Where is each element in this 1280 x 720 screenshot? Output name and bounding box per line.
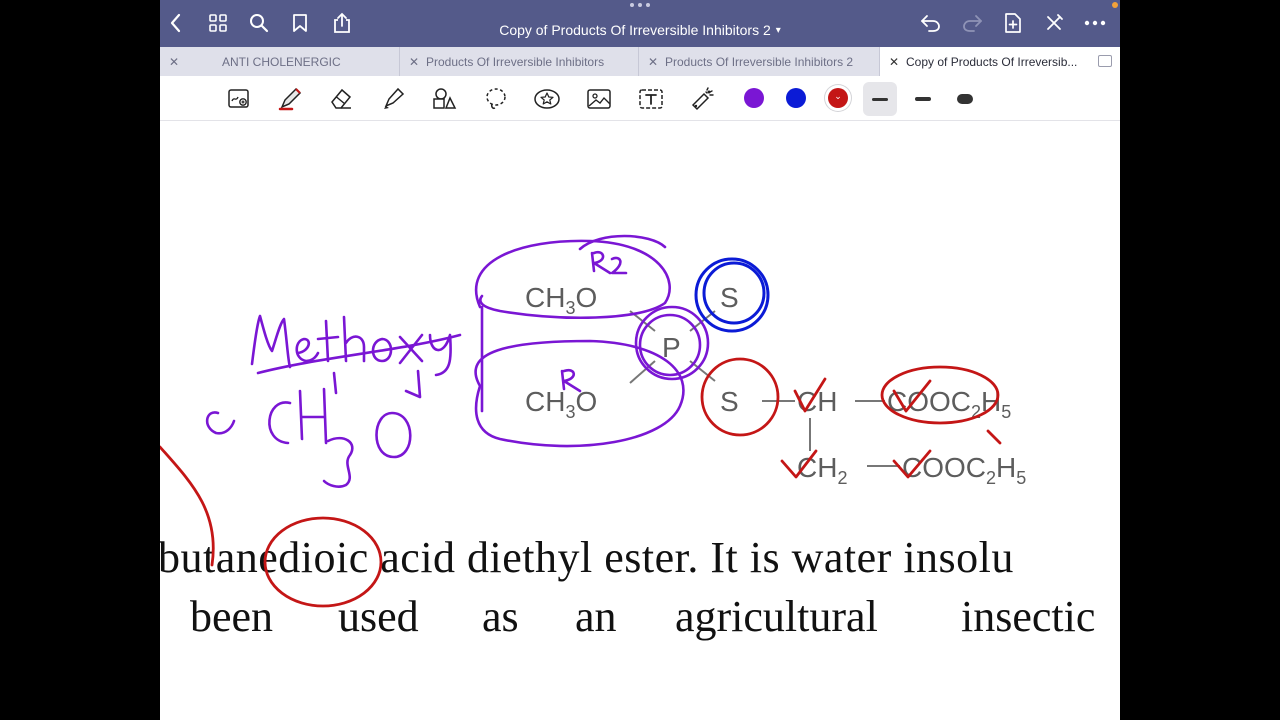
thiophosphoryl-sulfur: S	[720, 282, 739, 313]
add-page-icon[interactable]	[1000, 10, 1026, 36]
close-tab-icon[interactable]: ✕	[889, 55, 899, 69]
undo-icon[interactable]	[918, 10, 944, 36]
lasso-zoom-tool-icon[interactable]	[224, 84, 254, 114]
elements-tool-icon[interactable]	[532, 84, 562, 114]
ch-carbon: CH	[797, 386, 837, 417]
body-word: as	[482, 592, 519, 641]
close-tab-icon[interactable]: ✕	[648, 55, 658, 69]
body-word: insectic	[961, 592, 1096, 641]
tab-label: Copy of Products Of Irreversib...	[906, 55, 1078, 69]
chevron-down-icon: ▾	[775, 25, 781, 36]
laser-pointer-tool-icon[interactable]	[687, 84, 717, 114]
body-word: an	[575, 592, 617, 641]
tab-copy-products-irreversible[interactable]: ✕ Copy of Products Of Irreversib...	[880, 47, 1120, 76]
body-text-line-1: butanedioic acid diethyl ester. It is wa…	[160, 533, 1014, 582]
stroke-width-thick[interactable]	[948, 82, 982, 116]
image-tool-icon[interactable]	[584, 84, 614, 114]
title-bar: Copy of Products Of Irreversible Inhibit…	[160, 0, 1120, 47]
ester-group-2: COOC2H5	[902, 452, 1026, 488]
lasso-tool-icon[interactable]	[481, 84, 511, 114]
shapes-tool-icon[interactable]	[429, 84, 459, 114]
close-tab-icon[interactable]: ✕	[409, 55, 419, 69]
stroke-width-thin[interactable]	[863, 82, 897, 116]
thioether-sulfur: S	[720, 386, 739, 417]
methoxy-group-top: CH3O	[525, 282, 597, 318]
ester-group-1: COOC2H5	[887, 386, 1011, 422]
color-swatch-purple[interactable]	[744, 88, 764, 108]
pen-tool-icon[interactable]	[275, 84, 305, 114]
recording-indicator	[1112, 2, 1118, 8]
phosphorus-atom: P	[662, 332, 681, 363]
methoxy-group-bottom: CH3O	[525, 386, 597, 422]
tab-bar: ✕ ANTI CHOLENERGIC ✕ Products Of Irrever…	[160, 47, 1120, 76]
tab-label: ANTI CHOLENERGIC	[222, 55, 341, 69]
chevron-down-icon: ⌄	[834, 91, 842, 101]
tab-overview-icon[interactable]	[1098, 55, 1112, 67]
body-word: been	[190, 592, 274, 641]
notes-app-window: Copy of Products Of Irreversible Inhibit…	[160, 0, 1120, 720]
text-tool-icon[interactable]	[636, 84, 666, 114]
tab-anti-cholenergic[interactable]: ✕ ANTI CHOLENERGIC	[160, 47, 400, 76]
tab-label: Products Of Irreversible Inhibitors	[426, 55, 605, 69]
more-options-icon[interactable]	[1082, 10, 1108, 36]
close-tab-icon[interactable]: ✕	[169, 55, 179, 69]
pen-mode-close-icon[interactable]	[1041, 10, 1067, 36]
multitask-grabber[interactable]	[630, 3, 650, 9]
color-swatch-red[interactable]: ⌄	[828, 88, 848, 108]
stroke-width-medium[interactable]	[906, 82, 940, 116]
tab-products-irreversible-inhibitors-2[interactable]: ✕ Products Of Irreversible Inhibitors 2	[639, 47, 880, 76]
color-swatch-blue[interactable]	[786, 88, 806, 108]
drawing-toolbar: ⌄	[160, 76, 1120, 121]
body-word: used	[338, 592, 419, 641]
eraser-tool-icon[interactable]	[326, 84, 356, 114]
body-word: agricultural	[675, 592, 878, 641]
tab-label: Products Of Irreversible Inhibitors 2	[665, 55, 854, 69]
document-page[interactable]: CH3O CH3O S P S CH COOC2H5 CH2 COOC2H5 b…	[160, 121, 1120, 720]
highlighter-tool-icon[interactable]	[378, 84, 408, 114]
tab-products-irreversible-inhibitors[interactable]: ✕ Products Of Irreversible Inhibitors	[400, 47, 639, 76]
ch2-carbon: CH2	[797, 452, 847, 488]
redo-icon[interactable]	[959, 10, 985, 36]
